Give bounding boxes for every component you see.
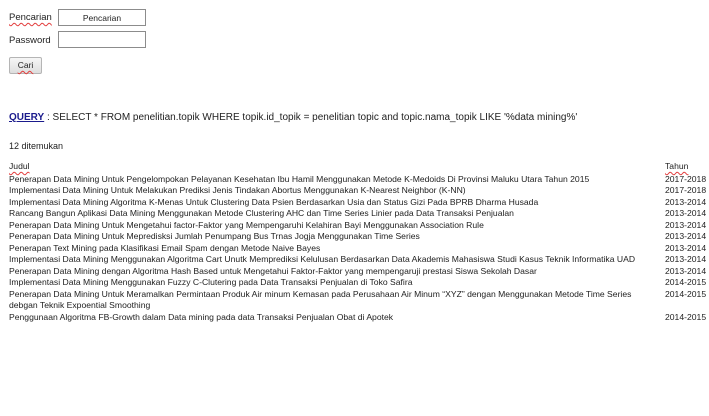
- row-title: Implementasi Data Mining Menggunakan Fuz…: [9, 277, 413, 287]
- table-row: Penerapan Data Mining Untuk Mepredisksi …: [9, 231, 707, 243]
- row-year: 2013-2014: [665, 196, 707, 207]
- row-title: Implementasi Data Mining Menggunakan Alg…: [9, 254, 636, 264]
- query-statement: QUERY : SELECT * FROM penelitian.topik W…: [9, 112, 577, 123]
- table-row: Penerapan Text Mining pada Klasifikasi E…: [9, 242, 707, 255]
- table-row: Penggunaan Algoritma FB-Growth dalam Dat…: [9, 311, 707, 324]
- table-row: Penerapan Data Mining Untuk Mengetahui f…: [9, 219, 707, 232]
- password-label: Password: [9, 35, 51, 46]
- table-row: Penerapan Data Mining Untuk Pengelompoka…: [9, 173, 707, 186]
- row-year: 2014-2015: [665, 311, 707, 322]
- table-row: Penerapan Data Mining dengan Algoritma H…: [9, 265, 707, 278]
- row-year: 2014-2015: [665, 277, 707, 287]
- table-row: Implementasi Data Mining Menggunakan Fuz…: [9, 277, 707, 289]
- row-title: Penerapan Data Mining Untuk Pengelompoka…: [9, 173, 590, 184]
- column-header-title: Judul: [9, 161, 30, 171]
- table-row: Penerapan Data Mining Untuk Meramalkan P…: [9, 288, 707, 312]
- row-year: 2017-2018: [665, 185, 707, 195]
- row-year: 2013-2014: [665, 242, 707, 253]
- query-text: : SELECT * FROM penelitian.topik WHERE t…: [44, 112, 578, 123]
- row-year: 2013-2014: [665, 208, 707, 218]
- search-input[interactable]: [58, 9, 146, 26]
- row-year: 2013-2014: [665, 265, 707, 276]
- results-body: Penerapan Data Mining Untuk Pengelompoka…: [9, 173, 707, 324]
- column-header-year: Tahun: [665, 161, 689, 171]
- row-year: 2017-2018: [665, 173, 707, 184]
- table-row: Implementasi Data Mining Algoritma K-Men…: [9, 196, 707, 209]
- row-year: 2013-2014: [665, 231, 707, 241]
- result-count: 12 ditemukan: [9, 141, 64, 151]
- row-title: Penerapan Data Mining Untuk Mengetahui f…: [9, 219, 484, 230]
- table-row: Implementasi Data Mining Untuk Melakukan…: [9, 185, 707, 197]
- row-year: 2013-2014: [665, 254, 707, 264]
- row-title: Penerapan Data Mining dengan Algoritma H…: [9, 265, 537, 276]
- row-title: Penggunaan Algoritma FB-Growth dalam Dat…: [9, 311, 394, 322]
- table-row: Rancang Bangun Aplikasi Data Mining Meng…: [9, 208, 707, 220]
- results-header-row: Judul Tahun: [9, 161, 704, 174]
- row-year: 2013-2014: [665, 219, 707, 230]
- table-row: Implementasi Data Mining Menggunakan Alg…: [9, 254, 707, 266]
- row-title: Penerapan Text Mining pada Klasifikasi E…: [9, 242, 321, 253]
- search-label: Pencarian: [9, 12, 52, 23]
- row-title: Penerapan Data Mining Untuk Mepredisksi …: [9, 231, 420, 241]
- row-title: Penerapan Data Mining Untuk Meramalkan P…: [9, 288, 632, 311]
- row-title: Implementasi Data Mining Untuk Melakukan…: [9, 185, 466, 195]
- password-field[interactable]: [58, 31, 146, 48]
- search-button-label: Cari: [17, 60, 34, 70]
- search-button[interactable]: Cari: [9, 57, 42, 74]
- row-title: Implementasi Data Mining Algoritma K-Men…: [9, 196, 539, 207]
- row-title: Rancang Bangun Aplikasi Data Mining Meng…: [9, 208, 514, 218]
- results-table: Judul Tahun Penerapan Data Mining Untuk …: [9, 161, 707, 324]
- row-year: 2014-2015: [665, 288, 707, 299]
- query-label: QUERY: [9, 112, 45, 123]
